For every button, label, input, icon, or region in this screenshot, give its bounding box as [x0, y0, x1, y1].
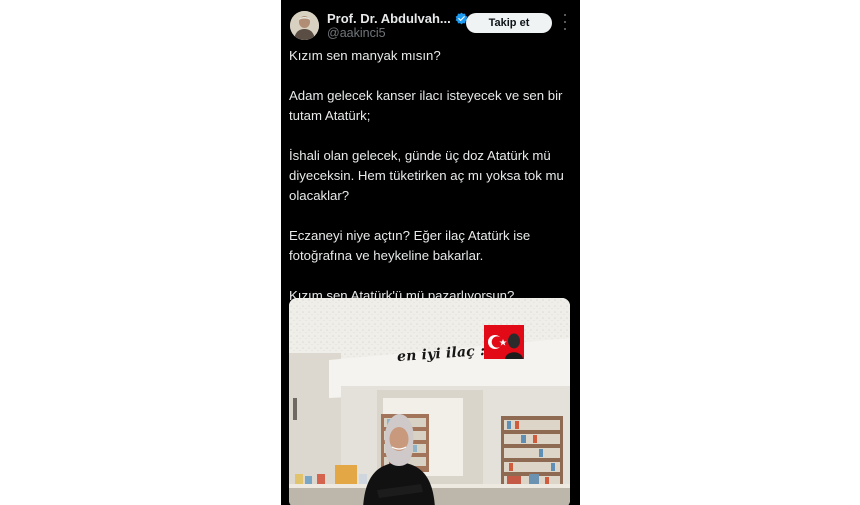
- profile-avatar[interactable]: [290, 11, 319, 40]
- tweet-media-photo[interactable]: en iyi ilaç :: [289, 298, 570, 505]
- tweet-text: Kızım sen manyak mısın? Adam gelecek kan…: [289, 46, 575, 326]
- author-display-name[interactable]: Prof. Dr. Abdulvah...: [327, 11, 451, 26]
- tweet-paragraph: İshali olan gelecek, günde üç doz Atatür…: [289, 148, 564, 203]
- more-options-icon[interactable]: [562, 14, 568, 30]
- tweet-paragraph: Adam gelecek kanser ilacı isteyecek ve s…: [289, 88, 563, 123]
- author-name-row: Prof. Dr. Abdulvah...: [327, 11, 468, 26]
- author-handle[interactable]: @aakinci5: [327, 26, 386, 40]
- follow-button[interactable]: Takip et: [466, 13, 552, 33]
- tweet-view: Prof. Dr. Abdulvah... @aakinci5 Takip et…: [281, 0, 580, 505]
- tweet-header: Prof. Dr. Abdulvah... @aakinci5 Takip et: [281, 0, 580, 44]
- tweet-paragraph: Kızım sen manyak mısın?: [289, 48, 441, 63]
- tweet-paragraph: Eczaneyi niye açtın? Eğer ilaç Atatürk i…: [289, 228, 531, 263]
